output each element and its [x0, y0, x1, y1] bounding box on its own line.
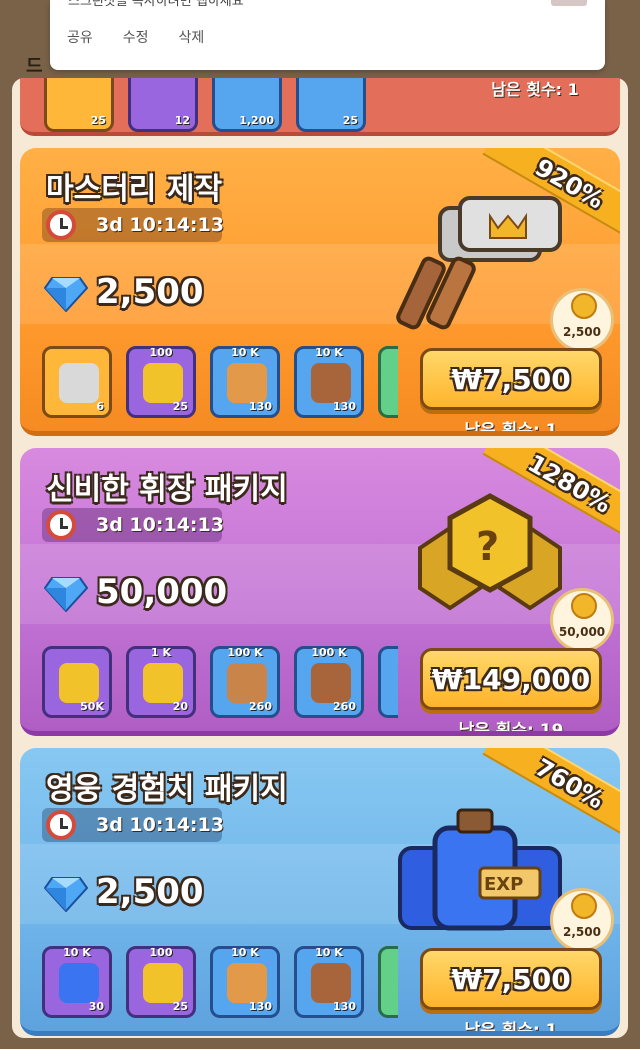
timer: 3d 10:14:13 — [42, 808, 224, 842]
mystery-emblem-icon — [59, 663, 99, 703]
screenshot-thumbnail[interactable] — [551, 0, 587, 6]
package-card-partial: 25 12 1,200 25 남은 횟수: 1 — [20, 78, 620, 136]
diamond-icon — [44, 577, 88, 612]
edit-action[interactable]: 수정 — [123, 27, 149, 47]
item-slot[interactable]: 12 — [128, 78, 198, 132]
coin-badge: 50,000 — [550, 588, 614, 652]
diamond-icon — [44, 877, 88, 912]
gold-v-token-icon — [143, 363, 183, 403]
reward-item[interactable]: 10 K 130 — [210, 346, 280, 418]
reward-item[interactable]: 100 K 260 — [294, 646, 364, 718]
hammer-icon — [59, 363, 99, 403]
background-label: 드 — [26, 56, 43, 77]
package-title: 영웅 경험치 패키지 — [46, 772, 288, 807]
reward-item[interactable]: 100 25 — [126, 946, 196, 1018]
remaining-count: 남은 횟수: 1 — [491, 80, 579, 99]
reward-item[interactable]: 6 — [42, 346, 112, 418]
wood-crate-icon — [311, 663, 351, 703]
bread-icon — [227, 963, 267, 1003]
reward-item[interactable]: 100 25 — [126, 346, 196, 418]
reward-item[interactable] — [378, 646, 398, 718]
bread-crate-icon — [227, 663, 267, 703]
price-button[interactable]: ₩7,500 — [420, 948, 602, 1010]
svg-text:EXP: EXP — [484, 874, 523, 895]
coin-badge: 2,500 — [550, 288, 614, 352]
timer-text: 3d 10:14:13 — [96, 214, 224, 236]
price-button[interactable]: ₩7,500 — [420, 348, 602, 410]
clock-icon — [46, 210, 76, 240]
timer: 3d 10:14:13 — [42, 208, 224, 242]
remaining-count: 남은 횟수: 1 — [464, 1021, 558, 1036]
timer-text: 3d 10:14:13 — [96, 514, 224, 536]
remaining-count: 남은 횟수: 19 — [458, 721, 564, 736]
package-card-hero-exp: 760% 영웅 경험치 패키지 3d 10:14:13 2,500 EXP 10… — [20, 748, 620, 1036]
reward-item[interactable]: 100 K 260 — [210, 646, 280, 718]
gem-amount: 2,500 — [96, 272, 204, 312]
gem-amount: 50,000 — [96, 572, 228, 612]
package-title: 마스터리 제작 — [46, 172, 223, 207]
svg-text:?: ? — [476, 524, 499, 570]
coin-icon — [571, 593, 597, 619]
delete-action[interactable]: 삭제 — [179, 27, 205, 47]
context-menu-title: 스크린샷을 복사하려면 탭하세요 — [68, 0, 244, 9]
reward-item[interactable]: 10 K 30 — [42, 946, 112, 1018]
package-card-mastery: 920% 마스터리 제작 3d 10:14:13 2,500 6 100 25 … — [20, 148, 620, 436]
timer: 3d 10:14:13 — [42, 508, 224, 542]
reward-items: 6 100 25 10 K 130 10 K 130 — [42, 346, 398, 422]
reward-item[interactable] — [378, 946, 398, 1018]
reward-item[interactable]: 10 K 130 — [210, 946, 280, 1018]
bread-icon — [227, 363, 267, 403]
context-menu-actions: 공유 수정 삭제 — [67, 27, 204, 47]
reward-item[interactable] — [378, 346, 398, 418]
coin-icon — [571, 893, 597, 919]
exp-potion-icon — [59, 963, 99, 1003]
gem-amount: 2,500 — [96, 872, 204, 912]
item-slot[interactable]: 25 — [296, 78, 366, 132]
reward-items: 10 K 30 100 25 10 K 130 10 K 130 — [42, 946, 398, 1022]
price-button[interactable]: ₩149,000 — [420, 648, 602, 710]
share-action[interactable]: 공유 — [67, 27, 93, 47]
coin-icon — [571, 293, 597, 319]
reward-item[interactable]: 10 K 130 — [294, 346, 364, 418]
package-title: 신비한 휘장 패키지 — [46, 472, 288, 507]
item-slot[interactable]: 1,200 — [212, 78, 282, 132]
diamond-icon — [44, 277, 88, 312]
clock-icon — [46, 510, 76, 540]
gold-v-token-icon — [143, 963, 183, 1003]
reward-item[interactable]: 50K — [42, 646, 112, 718]
shop-sheet: 25 12 1,200 25 남은 횟수: 1 920% 마스터리 제작 3d … — [12, 78, 628, 1038]
item-slot[interactable]: 25 — [44, 78, 114, 132]
reward-item[interactable]: 10 K 130 — [294, 946, 364, 1018]
reward-item[interactable]: 1 K 20 — [126, 646, 196, 718]
clock-icon — [46, 810, 76, 840]
screenshot-context-menu: 스크린샷을 복사하려면 탭하세요 공유 수정 삭제 — [50, 0, 605, 70]
reward-items: 50K 1 K 20 100 K 260 100 K 260 — [42, 646, 398, 722]
wood-logs-icon — [311, 363, 351, 403]
timer-text: 3d 10:14:13 — [96, 814, 224, 836]
gold-v-token-icon — [143, 663, 183, 703]
coin-badge: 2,500 — [550, 888, 614, 952]
remaining-count: 남은 횟수: 1 — [464, 421, 558, 436]
package-card-mystery-emblem: 1280% 신비한 휘장 패키지 3d 10:14:13 50,000 ? 50… — [20, 448, 620, 736]
wood-logs-icon — [311, 963, 351, 1003]
